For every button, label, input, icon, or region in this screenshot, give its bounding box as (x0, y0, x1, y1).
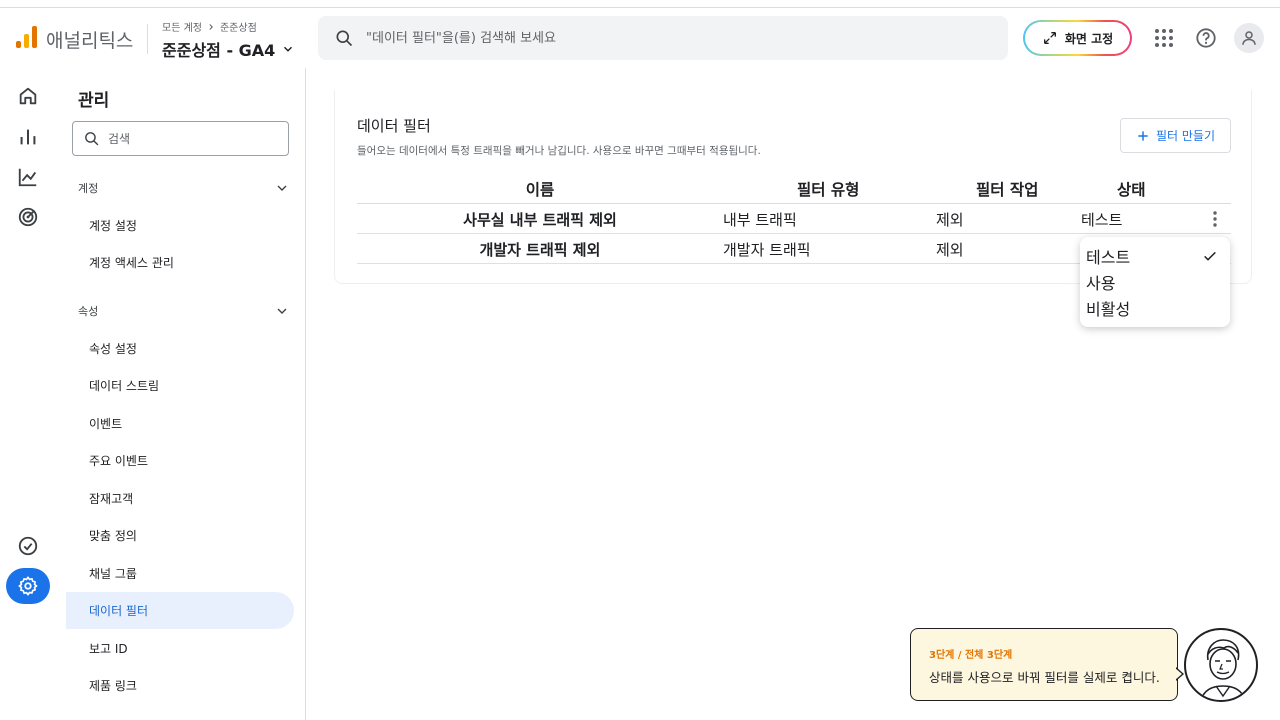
sidebar-item-data-streams[interactable]: 데이터 스트림 (66, 367, 294, 404)
property-name: 준준상점 - GA4 (162, 41, 276, 60)
section-property-label: 속성 (78, 305, 99, 318)
section-account[interactable]: 계정 (78, 176, 290, 200)
sidebar-item-label: 데이터 스트림 (89, 379, 160, 393)
page-description: 들어오는 데이터에서 특정 트래픽을 빼거나 남깁니다. 사용으로 바꾸면 그때… (357, 145, 761, 157)
reports-icon[interactable] (14, 123, 42, 151)
top-border (0, 0, 1280, 8)
sidebar-item-label: 이벤트 (89, 417, 123, 431)
table-header-row: 이름 필터 유형 필터 작업 상태 (357, 174, 1231, 204)
sidebar-item-label: 보고 ID (89, 642, 128, 656)
sidebar-item-product-links[interactable]: 제품 링크 (66, 667, 294, 704)
help-icon[interactable] (1191, 23, 1221, 53)
filter-name[interactable]: 사무실 내부 트래픽 제외 (357, 204, 723, 234)
account-avatar-icon[interactable] (1234, 23, 1264, 53)
section-property[interactable]: 속성 (78, 299, 290, 323)
sidebar-item-channel-groups[interactable]: 채널 그룹 (66, 555, 294, 592)
sidebar-item-account-settings[interactable]: 계정 설정 (66, 207, 294, 244)
admin-sidebar: 관리 계정 계정 설정 계정 액세스 관리 속성 속성 설정 데이터 스트림 이… (56, 68, 306, 720)
header-divider (147, 24, 148, 54)
breadcrumb-property[interactable]: 준준상점 (220, 19, 257, 34)
column-header-operation[interactable]: 필터 작업 (976, 174, 1038, 204)
breadcrumb-account[interactable]: 모든 계정 (162, 19, 202, 34)
sidebar-item-events[interactable]: 이벤트 (66, 405, 294, 442)
search-input[interactable] (366, 30, 966, 46)
state-option-test[interactable]: 테스트 (1086, 243, 1224, 269)
sidebar-item-label: 잠재고객 (89, 492, 134, 506)
sidebar-item-account-access[interactable]: 계정 액세스 관리 (66, 244, 294, 281)
create-filter-button[interactable]: 필터 만들기 (1120, 118, 1231, 153)
breadcrumb[interactable]: 모든 계정 준준상점 (162, 19, 257, 34)
column-header-name[interactable]: 이름 (357, 174, 723, 204)
expand-icon (1043, 32, 1056, 44)
guide-text: 상태를 사용으로 바꿔 필터를 실제로 켭니다. (929, 670, 1160, 685)
sidebar-item-label: 계정 설정 (89, 219, 137, 233)
admin-settings-button[interactable] (6, 568, 50, 604)
chevron-up-icon (277, 308, 287, 314)
more-vert-icon[interactable] (1205, 209, 1225, 229)
plus-icon (1138, 130, 1148, 141)
chevron-up-icon (277, 185, 287, 191)
apps-grid-icon[interactable] (1149, 23, 1179, 53)
tooltip-arrow-fill (1175, 668, 1182, 680)
search-icon (85, 132, 99, 146)
guide-tooltip: 3단계 / 전체 3단계 상태를 사용으로 바꿔 필터를 실제로 켭니다. (910, 628, 1178, 701)
analytics-logo-icon[interactable] (16, 26, 37, 48)
sidebar-item-reporting-id[interactable]: 보고 ID (66, 630, 294, 667)
pin-screen-label: 화면 고정 (1064, 31, 1114, 46)
sidebar-item-label: 계정 액세스 관리 (89, 256, 174, 270)
sidebar-search-input[interactable] (108, 131, 278, 146)
filter-type: 개발자 트래픽 (723, 240, 811, 259)
filter-name[interactable]: 개발자 트래픽 제외 (357, 234, 723, 264)
pin-screen-button[interactable]: 화면 고정 (1023, 20, 1132, 56)
table-row[interactable]: 사무실 내부 트래픽 제외 내부 트래픽 제외 테스트 (357, 204, 1231, 234)
explore-icon[interactable] (14, 163, 42, 191)
guide-character-icon (1184, 628, 1258, 702)
column-header-type[interactable]: 필터 유형 (797, 174, 859, 204)
filter-type: 내부 트래픽 (723, 210, 797, 229)
option-label: 비활성 (1086, 300, 1131, 319)
filter-operation: 제외 (936, 240, 964, 259)
home-icon[interactable] (14, 82, 42, 110)
option-label: 테스트 (1086, 248, 1131, 267)
state-option-inactive[interactable]: 비활성 (1086, 295, 1224, 321)
property-selector[interactable]: 준준상점 - GA4 (162, 37, 295, 61)
search-icon (336, 30, 353, 47)
app-header: 애널리틱스 모든 계정 준준상점 준준상점 - GA4 화면 고정 (0, 8, 1280, 68)
section-account-label: 계정 (78, 182, 99, 195)
column-header-state[interactable]: 상태 (1117, 174, 1146, 204)
sidebar-item-label: 채널 그룹 (89, 567, 137, 581)
filter-state[interactable]: 테스트 (1081, 204, 1122, 234)
page-title: 데이터 필터 (357, 117, 431, 135)
chevron-down-icon (284, 46, 293, 52)
sidebar-item-custom-definitions[interactable]: 맞춤 정의 (66, 517, 294, 554)
sidebar-item-audiences[interactable]: 잠재고객 (66, 480, 294, 517)
sidebar-item-label: 속성 설정 (89, 342, 137, 356)
admin-title: 관리 (78, 91, 110, 111)
chevron-right-icon (209, 23, 213, 30)
guide-step: 3단계 / 전체 3단계 (929, 650, 1013, 661)
sidebar-item-property-settings[interactable]: 속성 설정 (66, 330, 294, 367)
global-search[interactable] (318, 16, 1008, 60)
state-option-active[interactable]: 사용 (1086, 269, 1224, 295)
sidebar-item-label: 맞춤 정의 (89, 529, 137, 543)
sidebar-item-label: 제품 링크 (89, 679, 137, 693)
filter-operation: 제외 (936, 210, 964, 229)
option-label: 사용 (1086, 274, 1116, 293)
state-dropdown-menu: 테스트 사용 비활성 (1080, 237, 1230, 327)
create-filter-label: 필터 만들기 (1155, 129, 1215, 143)
sidebar-item-key-events[interactable]: 주요 이벤트 (66, 442, 294, 479)
sidebar-item-data-filters[interactable]: 데이터 필터 (66, 592, 294, 629)
sidebar-search[interactable] (72, 121, 289, 156)
gear-icon (18, 576, 38, 596)
check-circle-icon[interactable] (14, 532, 42, 560)
advertising-icon[interactable] (14, 203, 42, 231)
sidebar-item-label: 주요 이벤트 (89, 454, 149, 468)
app-name[interactable]: 애널리틱스 (46, 26, 133, 53)
check-icon (1204, 251, 1216, 261)
sidebar-item-label: 데이터 필터 (89, 604, 149, 618)
